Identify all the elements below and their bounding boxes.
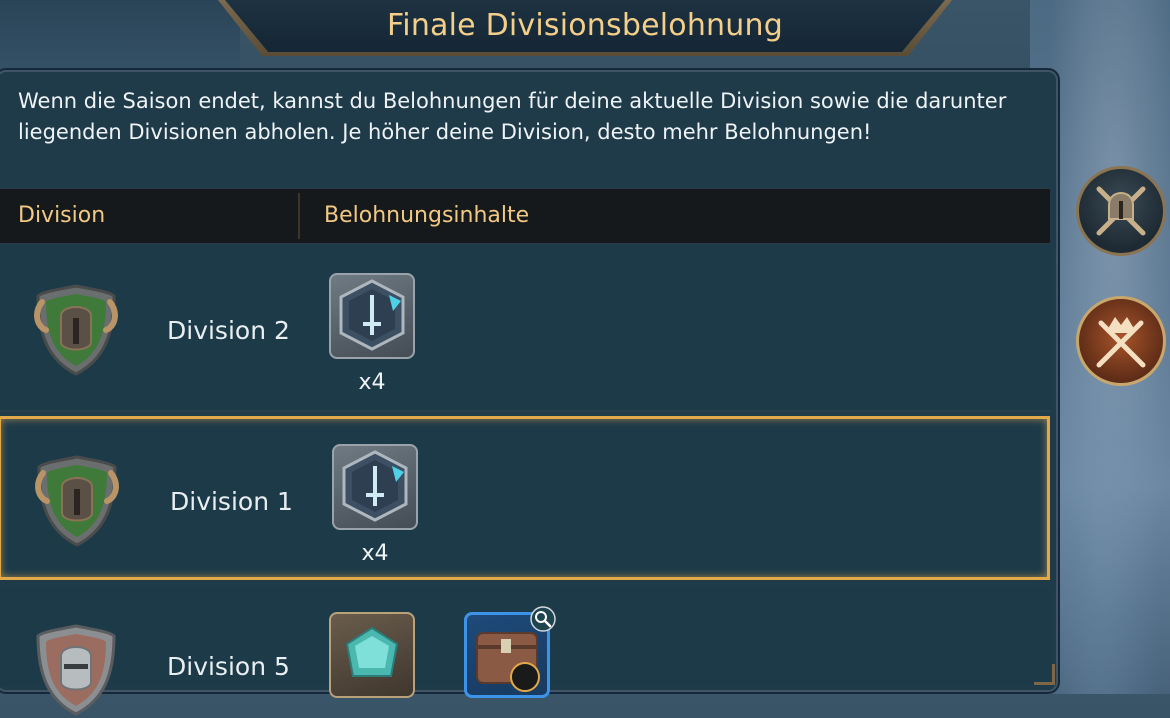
division-name: Division 1: [170, 487, 293, 516]
side-button-division-rewards[interactable]: [1076, 296, 1166, 386]
reward-item[interactable]: [329, 273, 415, 359]
header-rewards: Belohnungsinhalte: [324, 203, 530, 228]
silver-helmet-shield-icon: [36, 624, 116, 716]
header-divider: [298, 193, 300, 239]
reward-item[interactable]: [332, 444, 418, 530]
intro-text: Wenn die Saison endet, kannst du Belohnu…: [18, 89, 1007, 144]
division-name: Division 2: [167, 316, 290, 345]
sword-token-icon: [339, 279, 405, 351]
reward-quantity: x4: [358, 370, 386, 395]
reward-quantity: x4: [361, 541, 389, 566]
green-horned-helmet-shield-icon: [35, 455, 119, 547]
panel-corner-ornament: [1034, 664, 1055, 685]
green-horned-helmet-shield-icon: [34, 284, 118, 376]
background-top-left: [0, 0, 240, 70]
magnifier-icon[interactable]: [530, 606, 556, 632]
crown-swords-icon: [1096, 317, 1146, 368]
row-divider: [0, 410, 1050, 412]
table-row[interactable]: Division 5: [0, 586, 1050, 716]
page-title: Finale Divisionsbelohnung: [387, 8, 783, 43]
crystal-gem-icon: [345, 626, 399, 677]
table-row[interactable]: Division 2 x4: [0, 244, 1050, 409]
side-button-league[interactable]: [1076, 166, 1166, 256]
sword-token-icon: [342, 450, 408, 522]
division-name: Division 5: [167, 652, 290, 681]
table-header: Division Belohnungsinhalte: [0, 188, 1050, 244]
header-division: Division: [18, 203, 106, 228]
spartan-helmet-swords-icon: [1096, 186, 1146, 236]
table-row-selected[interactable]: Division 1 x4: [0, 416, 1050, 580]
reward-item[interactable]: [329, 612, 415, 698]
